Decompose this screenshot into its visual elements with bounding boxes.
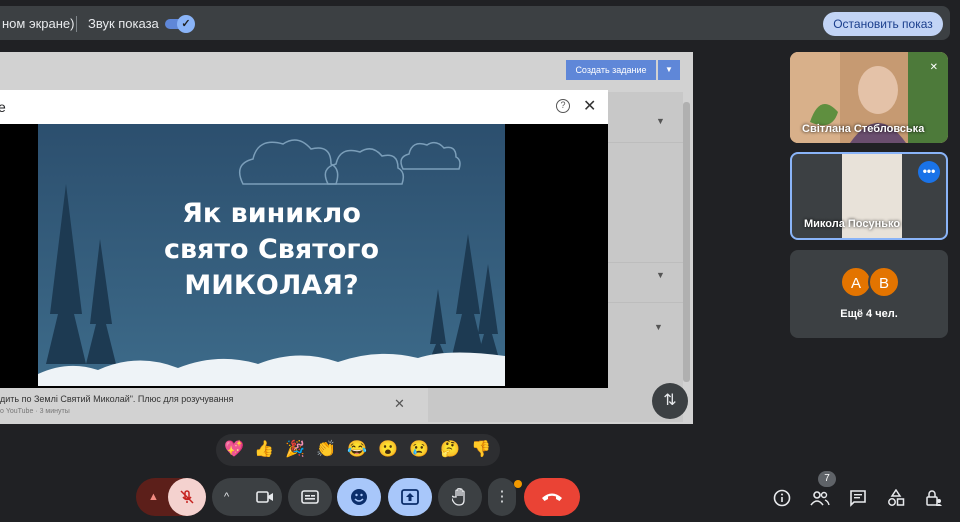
mic-off-icon: ✕: [929, 62, 938, 73]
reposition-button[interactable]: ⇅: [652, 383, 688, 419]
more-options-icon[interactable]: •••: [918, 161, 940, 183]
participant-tile[interactable]: ••• Микола Посунько: [790, 152, 948, 240]
emoji-button[interactable]: [337, 478, 381, 516]
info-icon: [773, 489, 791, 507]
caption-meta: о YouTube · 3 минуты: [0, 408, 70, 415]
help-icon[interactable]: ?: [556, 99, 570, 113]
video-title-line: свято Святого: [163, 234, 380, 265]
raise-hand-button[interactable]: [438, 478, 482, 516]
reaction-thumbs-down[interactable]: 👎: [471, 440, 491, 460]
mic-control: ▲: [136, 478, 206, 516]
mic-off-button[interactable]: [168, 478, 206, 516]
reaction-party[interactable]: 🎉: [285, 440, 305, 460]
chat-icon: [850, 490, 866, 507]
reaction-thinking[interactable]: 🤔: [440, 440, 460, 460]
reaction-clap[interactable]: 👏: [316, 440, 336, 460]
divider: [76, 16, 77, 32]
emoji-icon: [351, 489, 367, 505]
video-title-line: МИКОЛАЯ?: [184, 270, 359, 301]
caption-title: дить по Землі Святий Миколай". Плюс для …: [0, 394, 234, 404]
video-title-line: Як виникло: [182, 198, 361, 229]
participants-count-badge: 7: [818, 471, 836, 487]
reactions-bar: 💖 👍 🎉 👏 😂 😮 😢 🤔 👎: [216, 434, 500, 466]
camera-control: ^: [212, 478, 282, 516]
popup-header: е ? ✕: [0, 90, 608, 124]
meet-window: ном экране) Звук показа ✓ Остановить пок…: [0, 0, 960, 522]
check-icon: ✓: [177, 15, 195, 33]
captions-icon: [301, 490, 319, 504]
chevron-up-icon[interactable]: ▲: [148, 478, 159, 516]
close-icon[interactable]: ✕: [583, 96, 596, 116]
people-button[interactable]: [808, 486, 832, 510]
chevron-down-icon[interactable]: ▼: [658, 60, 680, 80]
reaction-laugh[interactable]: 😂: [347, 440, 367, 460]
reaction-sad[interactable]: 😢: [409, 440, 429, 460]
chevron-up-icon[interactable]: ^: [224, 478, 229, 516]
sound-label: Звук показа: [88, 16, 159, 31]
popup-title: е: [0, 99, 6, 115]
camera-button[interactable]: [248, 478, 282, 516]
more-participants-tile[interactable]: A B Ещё 4 чел.: [790, 250, 948, 338]
chevron-down-icon[interactable]: ▼: [656, 116, 665, 126]
stop-presenting-button[interactable]: Остановить показ: [823, 12, 943, 36]
mic-off-icon: [180, 490, 194, 504]
present-button[interactable]: [388, 478, 432, 516]
reaction-heart[interactable]: 💖: [224, 440, 244, 460]
hand-icon: [450, 487, 465, 506]
meeting-info-button[interactable]: [770, 486, 794, 510]
notification-dot: [514, 480, 522, 488]
scrollbar[interactable]: [683, 102, 690, 382]
avatar: B: [868, 266, 900, 298]
screen-share-bar: ном экране) Звук показа ✓ Остановить пок…: [0, 6, 950, 40]
video-player[interactable]: Як виникло свято Святого МИКОЛАЯ?: [38, 124, 505, 386]
shapes-icon: [888, 488, 905, 506]
close-icon[interactable]: ✕: [394, 396, 405, 412]
leave-call-button[interactable]: [524, 478, 580, 516]
video-popup: е ? ✕ Як виникло свято Святого МИКОЛАЯ?: [0, 90, 608, 388]
chat-button[interactable]: [846, 486, 870, 510]
create-task-button[interactable]: Создать задание: [566, 60, 656, 80]
attachment-caption: дить по Землі Святий Миколай". Плюс для …: [0, 388, 420, 424]
others-count: Ещё 4 чел.: [840, 308, 898, 320]
reaction-thumbs-up[interactable]: 👍: [254, 440, 274, 460]
share-mode-text: ном экране): [2, 16, 75, 31]
captions-button[interactable]: [288, 478, 332, 516]
more-options-button[interactable]: ⋮: [488, 478, 516, 516]
reaction-surprised[interactable]: 😮: [378, 440, 398, 460]
participant-name: Світлана Стебловська: [802, 123, 925, 135]
chevron-down-icon[interactable]: ▼: [654, 322, 663, 332]
participant-tile[interactable]: ✕ Світлана Стебловська: [790, 52, 948, 143]
hang-up-icon: [542, 493, 562, 501]
video-title: Як виникло свято Святого МИКОЛАЯ?: [38, 196, 505, 304]
present-icon: [401, 489, 419, 505]
sound-toggle[interactable]: ✓: [165, 15, 195, 33]
camera-icon: [256, 491, 273, 503]
chevron-down-icon[interactable]: ▼: [656, 270, 665, 280]
activities-button[interactable]: [884, 486, 908, 510]
people-icon: [810, 491, 830, 506]
participant-name: Микола Посунько: [804, 218, 901, 230]
host-controls-button[interactable]: [922, 486, 946, 510]
lock-person-icon: [926, 490, 942, 506]
